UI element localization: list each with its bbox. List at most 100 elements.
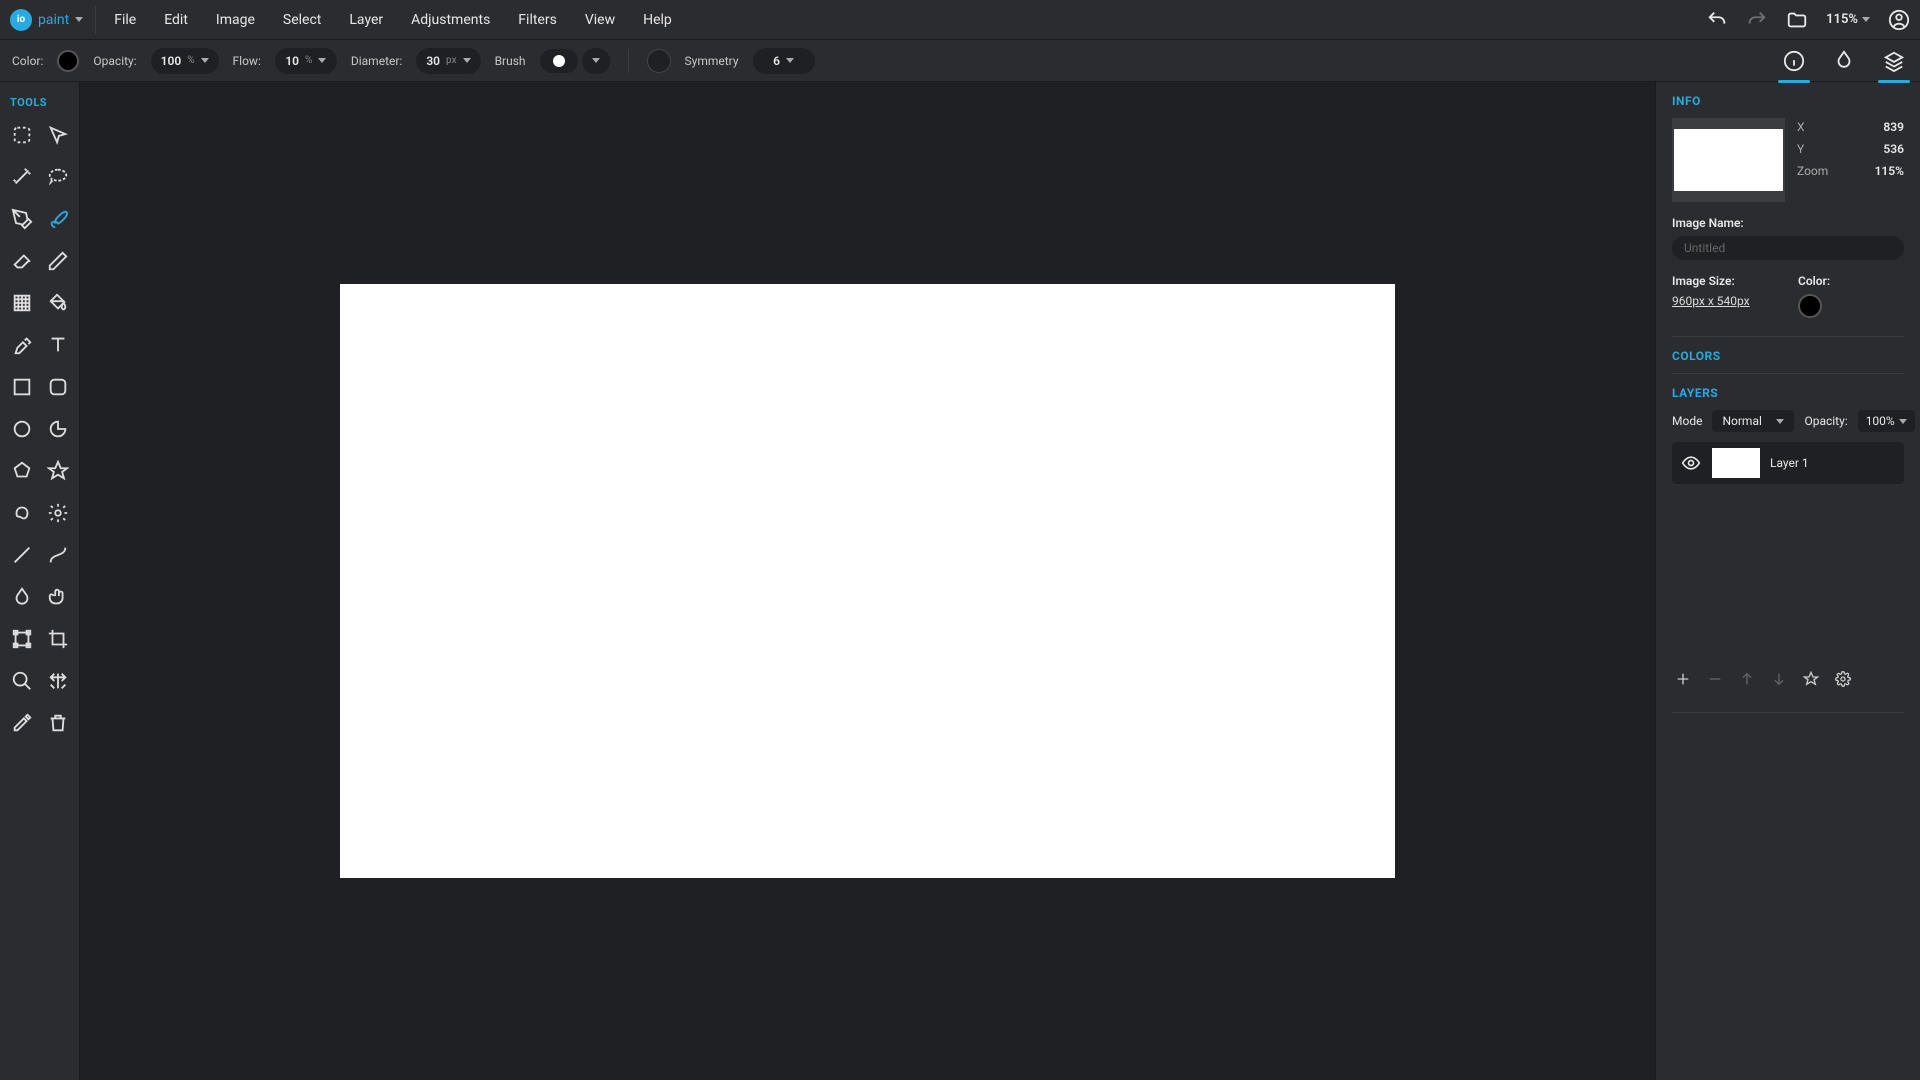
menu-adjustments[interactable]: Adjustments bbox=[411, 12, 490, 28]
tool-pen[interactable] bbox=[4, 201, 40, 237]
brush-label: Brush bbox=[495, 54, 526, 68]
toolbox: TOOLS bbox=[0, 82, 80, 1080]
menu-select[interactable]: Select bbox=[283, 12, 321, 28]
info-zoom-label: Zoom bbox=[1797, 164, 1828, 178]
tool-rectangle[interactable] bbox=[4, 369, 40, 405]
brush-dot-icon bbox=[553, 55, 565, 67]
layer-mode-value: Normal bbox=[1722, 414, 1761, 428]
menu-filters[interactable]: Filters bbox=[518, 12, 557, 28]
canvas-area[interactable] bbox=[80, 82, 1655, 1080]
tool-lasso[interactable] bbox=[40, 159, 76, 195]
tool-fill[interactable] bbox=[40, 285, 76, 321]
layer-thumbnail bbox=[1712, 448, 1760, 478]
tool-ellipse[interactable] bbox=[4, 411, 40, 447]
tool-gradient[interactable] bbox=[4, 285, 40, 321]
color-swatch[interactable] bbox=[57, 50, 79, 72]
colors-title[interactable]: COLORS bbox=[1672, 349, 1904, 363]
tool-text[interactable] bbox=[40, 327, 76, 363]
tools-header: TOOLS bbox=[0, 92, 79, 117]
layer-move-up-button[interactable] bbox=[1738, 670, 1756, 688]
opacity-field[interactable]: 100 % bbox=[151, 48, 219, 74]
layer-visibility-toggle[interactable] bbox=[1680, 452, 1702, 474]
info-x-value: 839 bbox=[1883, 120, 1904, 134]
menu-file[interactable]: File bbox=[114, 12, 136, 28]
background-color-swatch[interactable] bbox=[1798, 294, 1822, 318]
tool-crop[interactable] bbox=[40, 621, 76, 657]
tool-eraser[interactable] bbox=[4, 243, 40, 279]
layer-opacity-field[interactable]: 100% bbox=[1858, 410, 1915, 432]
info-y-label: Y bbox=[1797, 142, 1804, 156]
tool-pan[interactable] bbox=[40, 663, 76, 699]
layer-name: Layer 1 bbox=[1770, 456, 1809, 470]
layers-panel-tab[interactable] bbox=[1880, 47, 1908, 75]
layer-settings-button[interactable] bbox=[1834, 670, 1852, 688]
flow-field[interactable]: 10 % bbox=[275, 48, 337, 74]
open-folder-button[interactable] bbox=[1786, 9, 1808, 31]
account-button[interactable] bbox=[1888, 9, 1910, 31]
tool-gear[interactable] bbox=[40, 495, 76, 531]
layer-mode-label: Mode bbox=[1672, 414, 1702, 428]
brush-preview[interactable] bbox=[540, 49, 578, 73]
tool-pie[interactable] bbox=[40, 411, 76, 447]
info-title: INFO bbox=[1672, 94, 1904, 108]
app-switcher[interactable]: io paint bbox=[10, 6, 96, 34]
tool-marquee-select[interactable] bbox=[4, 117, 40, 153]
side-panel: INFO X839 Y536 Zoom115% Image Name: Imag… bbox=[1655, 82, 1920, 1080]
tool-move[interactable] bbox=[40, 117, 76, 153]
tool-magic-wand[interactable] bbox=[4, 159, 40, 195]
tool-delete[interactable] bbox=[40, 705, 76, 741]
info-x-label: X bbox=[1797, 120, 1805, 134]
brush-picker[interactable] bbox=[582, 48, 610, 74]
menu-view[interactable]: View bbox=[585, 12, 615, 28]
separator bbox=[628, 49, 629, 73]
menu-layer[interactable]: Layer bbox=[349, 12, 383, 28]
image-name-input[interactable] bbox=[1672, 236, 1904, 260]
tool-blob[interactable] bbox=[4, 495, 40, 531]
tool-polygon[interactable] bbox=[4, 453, 40, 489]
chevron-down-icon bbox=[592, 58, 600, 63]
chevron-down-icon bbox=[1899, 419, 1907, 424]
layer-favorite-button[interactable] bbox=[1802, 670, 1820, 688]
logo-icon: io bbox=[10, 9, 32, 31]
flow-value: 10 bbox=[285, 54, 299, 68]
tool-rounded-rectangle[interactable] bbox=[40, 369, 76, 405]
menu-edit[interactable]: Edit bbox=[164, 12, 188, 28]
redo-button[interactable] bbox=[1746, 9, 1768, 31]
undo-button[interactable] bbox=[1706, 9, 1728, 31]
navigator-viewport bbox=[1674, 129, 1783, 191]
tool-curve[interactable] bbox=[40, 537, 76, 573]
opacity-value: 100 bbox=[161, 54, 182, 68]
separator bbox=[1672, 336, 1904, 337]
symmetry-field[interactable]: 6 bbox=[753, 48, 815, 74]
layer-mode-select[interactable]: Normal bbox=[1712, 410, 1794, 432]
menu-help[interactable]: Help bbox=[643, 12, 672, 28]
tool-smudge[interactable] bbox=[40, 579, 76, 615]
tool-clone[interactable] bbox=[4, 327, 40, 363]
tool-star[interactable] bbox=[40, 453, 76, 489]
color-panel-tab[interactable] bbox=[1830, 47, 1858, 75]
layer-add-button[interactable] bbox=[1674, 670, 1692, 688]
menu-items: File Edit Image Select Layer Adjustments… bbox=[104, 12, 672, 28]
zoom-indicator[interactable]: 115% bbox=[1826, 12, 1870, 27]
symmetry-label: Symmetry bbox=[685, 54, 739, 68]
layer-remove-button[interactable] bbox=[1706, 670, 1724, 688]
info-panel-tab[interactable] bbox=[1780, 47, 1808, 75]
navigator-thumbnail[interactable] bbox=[1672, 118, 1785, 202]
option-bar: Color: Opacity: 100 % Flow: 10 % Diamete… bbox=[0, 40, 1920, 82]
layer-move-down-button[interactable] bbox=[1770, 670, 1788, 688]
tool-blur[interactable] bbox=[4, 579, 40, 615]
symmetry-value: 6 bbox=[773, 54, 780, 68]
tool-pencil[interactable] bbox=[40, 243, 76, 279]
canvas[interactable] bbox=[340, 284, 1395, 878]
tool-line[interactable] bbox=[4, 537, 40, 573]
image-size-label: Image Size: bbox=[1672, 274, 1778, 288]
image-size-link[interactable]: 960px x 540px bbox=[1672, 294, 1750, 308]
symmetry-toggle[interactable] bbox=[647, 49, 671, 73]
tool-brush[interactable] bbox=[40, 201, 76, 237]
tool-transform[interactable] bbox=[4, 621, 40, 657]
tool-zoom[interactable] bbox=[4, 663, 40, 699]
layer-row[interactable]: Layer 1 bbox=[1672, 442, 1904, 484]
diameter-field[interactable]: 30 px bbox=[416, 48, 480, 74]
menu-image[interactable]: Image bbox=[216, 12, 255, 28]
tool-eyedropper[interactable] bbox=[4, 705, 40, 741]
